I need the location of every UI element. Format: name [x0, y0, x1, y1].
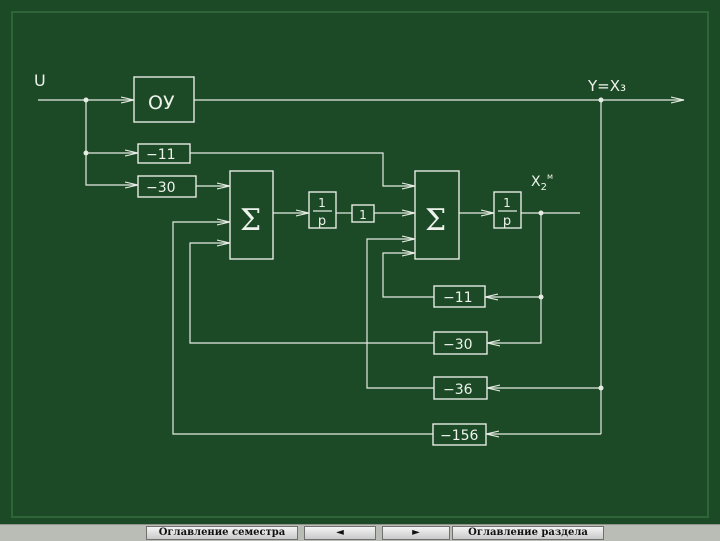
input-label: U: [34, 71, 46, 90]
gain-top-30-label: −30: [146, 180, 176, 196]
prev-arrow-icon: ◄: [336, 527, 344, 538]
gain-top-11-label: −11: [146, 147, 176, 163]
section-toc-button[interactable]: Оглавление раздела: [452, 526, 604, 540]
next-arrow-icon: ►: [412, 527, 420, 538]
feedback-gain-156-label: −156: [440, 428, 479, 444]
plant-block-label: ОУ: [148, 92, 175, 114]
prev-button[interactable]: ◄: [304, 526, 376, 540]
integrator-2-numerator: 1: [503, 196, 511, 210]
next-button[interactable]: ►: [382, 526, 450, 540]
gain156-feedback-to-summer1: [172, 222, 433, 435]
block-diagram: U Y=X₃ ОУ −11 −30 Σ 1 p 1 Σ 1 p X2м −11 …: [11, 11, 709, 518]
output-label: Y=X₃: [587, 77, 626, 95]
gain36-feedback-to-summer2: [366, 239, 434, 389]
gain11-to-summer2: [190, 152, 415, 186]
semester-toc-label: Оглавление семестра: [158, 527, 286, 538]
branch-junction: [83, 150, 89, 156]
feedback-gain-36-label: −36: [443, 382, 473, 398]
state-to-gain-30: [487, 332, 542, 343]
summer-1-symbol: Σ: [240, 203, 261, 238]
chalkboard: U Y=X₃ ОУ −11 −30 Σ 1 p 1 Σ 1 p X2м −11 …: [0, 0, 720, 528]
navigation-bar: Оглавление семестра ◄ ► Оглавление разде…: [0, 524, 720, 541]
feedback-gain-11-label: −11: [443, 290, 473, 306]
unit-gain-label: 1: [359, 208, 367, 222]
semester-toc-button[interactable]: Оглавление семестра: [146, 526, 298, 540]
summer-2-symbol: Σ: [425, 203, 446, 238]
section-toc-label: Оглавление раздела: [468, 527, 588, 538]
state-label: X2м: [531, 172, 553, 193]
gain30-feedback-to-summer1: [189, 243, 434, 344]
integrator-1-denominator: p: [318, 214, 326, 229]
integrator-1-numerator: 1: [318, 196, 326, 210]
feedback-gain-30-label: −30: [443, 337, 473, 353]
input-branch-to-gain-30: [85, 100, 138, 185]
integrator-2-denominator: p: [503, 214, 511, 229]
